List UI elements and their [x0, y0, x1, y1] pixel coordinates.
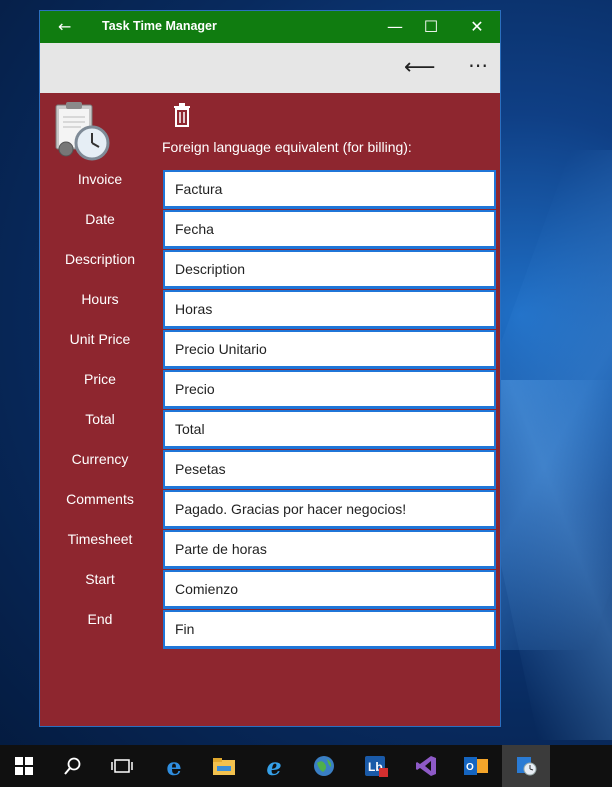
windows-start-icon[interactable]: [0, 745, 48, 787]
price-field-box: [163, 370, 496, 409]
visual-studio-icon[interactable]: [402, 745, 450, 787]
unit-price-field-box: [163, 330, 496, 369]
comments-field-box: [163, 490, 496, 529]
end-field-box: [163, 610, 496, 649]
label-hours: Hours: [81, 291, 119, 307]
label-comments: Comments: [66, 491, 134, 507]
internet-explorer-icon[interactable]: e: [250, 745, 298, 787]
total-field[interactable]: [165, 412, 494, 446]
close-icon[interactable]: ✕: [462, 15, 492, 39]
title-bar: ← Task Time Manager — ☐ ✕: [40, 11, 500, 43]
label-price: Price: [84, 371, 116, 387]
start-field-box: [163, 570, 496, 609]
label-timesheet: Timesheet: [67, 531, 133, 547]
task-time-manager-icon[interactable]: [502, 745, 550, 787]
invoice-field-box: [163, 170, 496, 209]
app-window: ← Task Time Manager — ☐ ✕ ⟵ ⋯ Foreign la…: [39, 10, 501, 727]
maximize-icon[interactable]: ☐: [416, 15, 446, 39]
label-invoice: Invoice: [77, 171, 123, 187]
window-title: Task Time Manager: [102, 19, 217, 33]
label-unit-price: Unit Price: [69, 331, 131, 347]
hours-field-box: [163, 290, 496, 329]
label-start: Start: [85, 571, 115, 587]
unit-price-field[interactable]: [165, 332, 494, 366]
price-field[interactable]: [165, 372, 494, 406]
end-field[interactable]: [165, 612, 494, 646]
date-field-box: [163, 210, 496, 249]
date-field[interactable]: [165, 212, 494, 246]
file-explorer-icon[interactable]: [200, 745, 248, 787]
hours-field[interactable]: [165, 292, 494, 326]
label-date: Date: [85, 211, 115, 227]
globe-icon[interactable]: [300, 745, 348, 787]
currency-field-box: [163, 450, 496, 489]
comments-field[interactable]: [165, 492, 494, 526]
back-arrow-icon[interactable]: ←: [58, 17, 71, 36]
total-field-box: [163, 410, 496, 449]
more-icon[interactable]: ⋯: [468, 53, 489, 77]
label-total: Total: [85, 411, 115, 427]
command-bar: ⟵ ⋯: [40, 43, 500, 93]
search-icon[interactable]: [49, 745, 97, 787]
invoice-field[interactable]: [165, 172, 494, 206]
clipboard-clock-icon: [55, 102, 110, 161]
trash-icon[interactable]: [172, 103, 192, 127]
description-field-box: [163, 250, 496, 289]
label-end: End: [87, 611, 113, 627]
taskbar: e e Lb O: [0, 745, 612, 787]
edge-icon[interactable]: e: [150, 745, 198, 787]
outlook-icon[interactable]: O: [452, 745, 500, 787]
description-field[interactable]: [165, 252, 494, 286]
lb-app-icon[interactable]: Lb: [352, 745, 400, 787]
label-description: Description: [64, 251, 136, 267]
minimize-icon[interactable]: —: [380, 15, 410, 39]
back-arrow-icon[interactable]: ⟵: [404, 55, 436, 80]
foreign-language-label: Foreign language equivalent (for billing…: [162, 139, 412, 155]
timesheet-field[interactable]: [165, 532, 494, 566]
svg-text:O: O: [466, 762, 474, 773]
currency-field[interactable]: [165, 452, 494, 486]
timesheet-field-box: [163, 530, 496, 569]
label-currency: Currency: [71, 451, 129, 467]
start-field[interactable]: [165, 572, 494, 606]
task-view-icon[interactable]: [98, 745, 146, 787]
